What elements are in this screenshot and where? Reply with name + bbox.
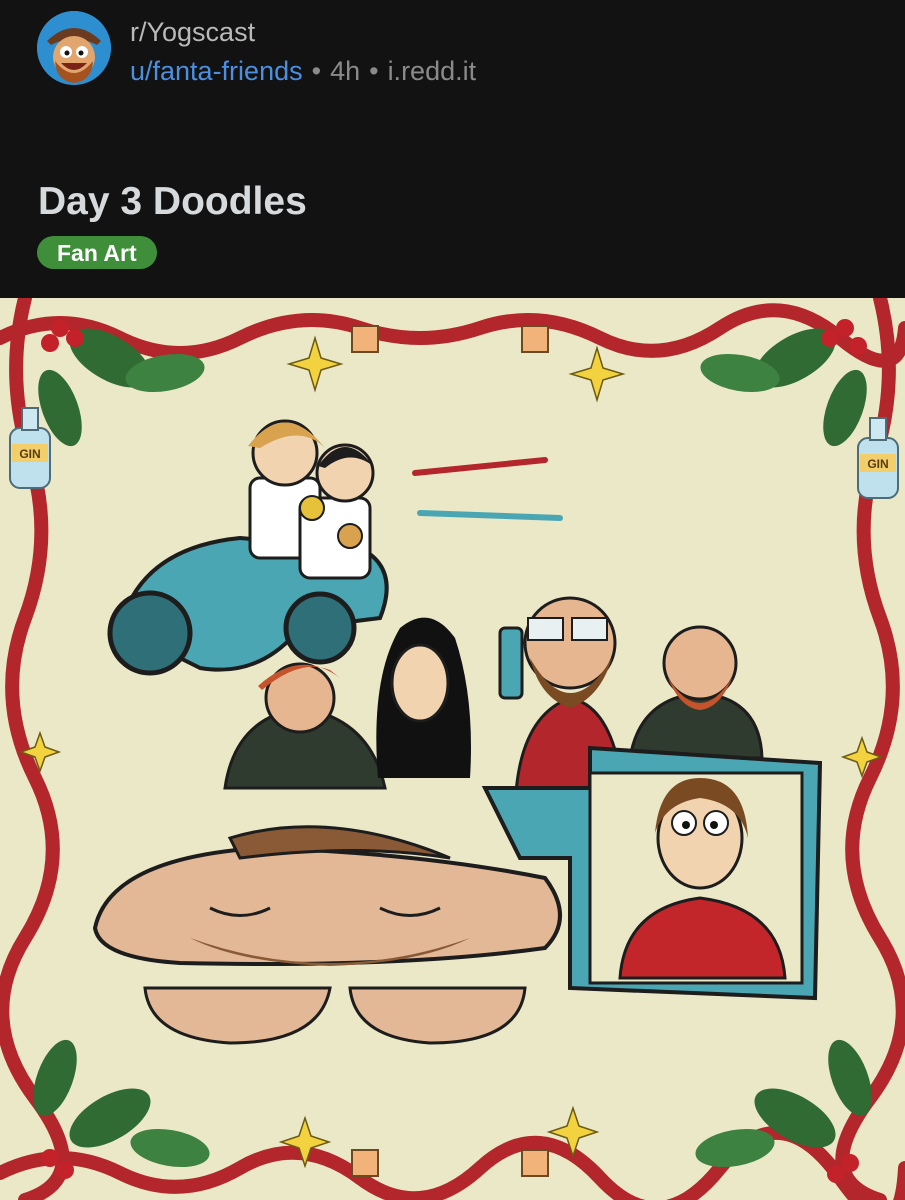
post-domain[interactable]: i.redd.it bbox=[388, 56, 477, 86]
subreddit-avatar-icon[interactable] bbox=[37, 11, 111, 85]
bottle-label: GIN bbox=[19, 447, 40, 461]
bottle-label: GIN bbox=[867, 457, 888, 471]
post-image[interactable]: GIN GIN bbox=[0, 298, 905, 1200]
fan-art-illustration: GIN GIN bbox=[0, 298, 905, 1200]
meta-separator: • bbox=[311, 56, 322, 86]
post-title[interactable]: Day 3 Doodles bbox=[38, 180, 307, 224]
post-flair[interactable]: Fan Art bbox=[37, 236, 157, 269]
meta-separator: • bbox=[369, 56, 379, 86]
post-meta: u/fanta-friends • 4h • i.redd.it bbox=[130, 56, 476, 87]
author-link[interactable]: u/fanta-friends bbox=[130, 56, 303, 86]
post-age: 4h bbox=[330, 56, 361, 86]
subreddit-link[interactable]: r/Yogscast bbox=[130, 17, 255, 48]
post-header: r/Yogscast u/fanta-friends • 4h • i.redd.it … bbox=[0, 0, 905, 298]
